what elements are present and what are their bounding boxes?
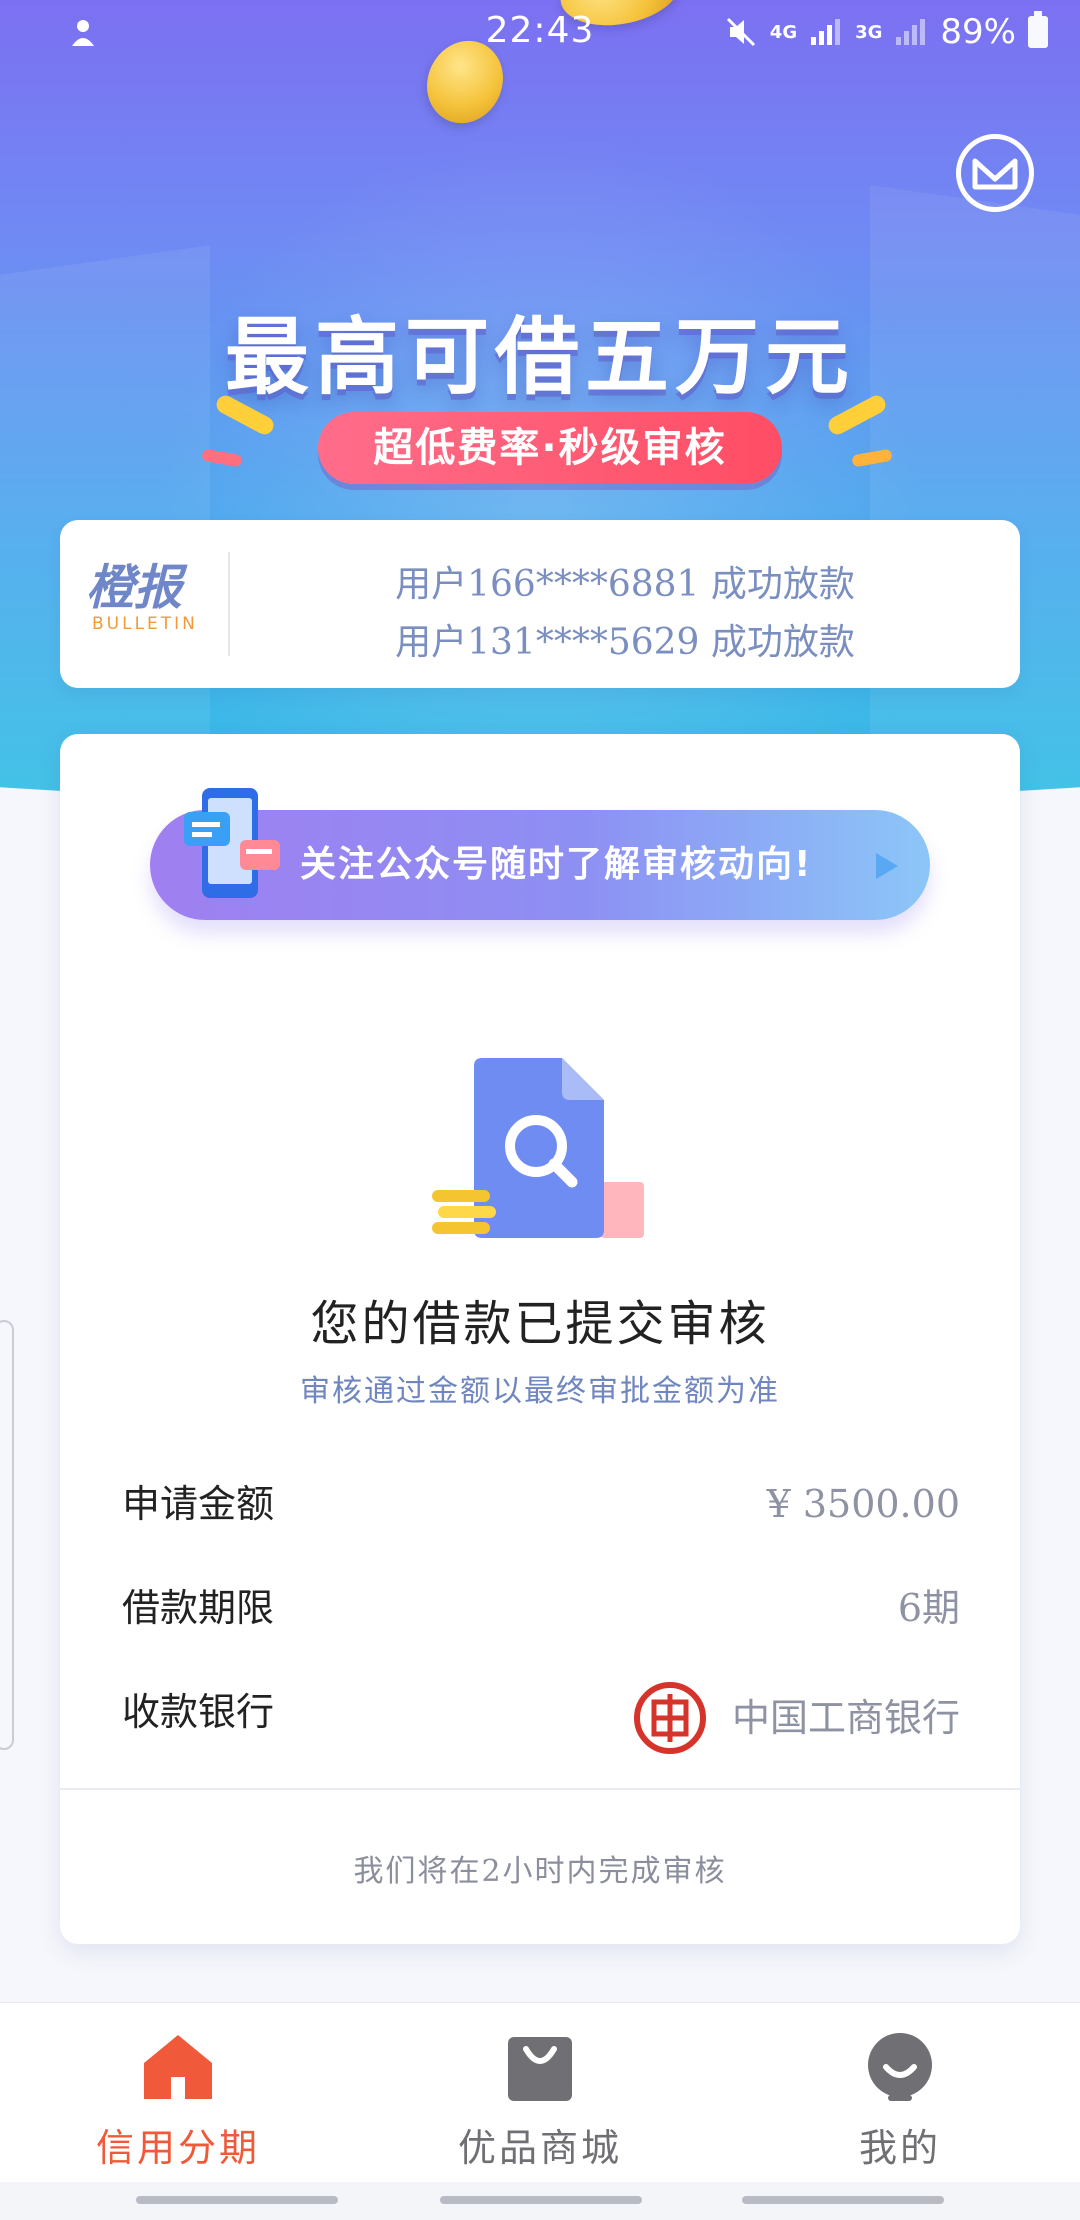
signal-icon bbox=[811, 19, 841, 45]
shopping-bag-icon bbox=[502, 2029, 578, 2105]
play-arrow-icon bbox=[876, 853, 898, 879]
nav-item-profile[interactable]: 我的 bbox=[770, 2029, 1030, 2172]
detail-row-term: 借款期限 6期 bbox=[122, 1578, 960, 1638]
gesture-hint[interactable] bbox=[440, 2196, 642, 2204]
nav-item-mall[interactable]: 优品商城 bbox=[410, 2029, 670, 2172]
bulletin-card[interactable]: 橙报 BULLETIN 用户166****6881 成功放款 用户131****… bbox=[60, 520, 1020, 688]
network-3g-label: 3G bbox=[855, 21, 883, 43]
phone-chat-icon bbox=[184, 788, 280, 898]
bank-name: 中国工商银行 bbox=[731, 1696, 960, 1740]
battery-percent: 89% bbox=[940, 12, 1016, 52]
bulletin-logo-subtext: BULLETIN bbox=[92, 614, 198, 634]
bulletin-lines: 用户166****6881 成功放款 用户131****5629 成功放款 bbox=[230, 556, 1020, 672]
bottom-navigation: 信用分期 优品商城 我的 bbox=[0, 2002, 1080, 2183]
bank-logo-icon bbox=[633, 1682, 706, 1754]
nav-label: 信用分期 bbox=[95, 2126, 260, 2170]
detail-row-bank: 收款银行 中国工商银行 bbox=[122, 1682, 960, 1754]
edge-panel-handle[interactable] bbox=[0, 1320, 14, 1750]
status-right: 4G 3G 89% bbox=[724, 11, 1048, 52]
bulletin-line: 用户131****5629 成功放款 bbox=[395, 622, 855, 663]
bank-label: 收款银行 bbox=[122, 1690, 275, 1734]
message-icon[interactable] bbox=[956, 134, 1034, 212]
hero-title: 最高可借五万元 bbox=[224, 308, 855, 406]
bank-value: 中国工商银行 bbox=[633, 1682, 960, 1754]
nav-item-credit-installment[interactable]: 信用分期 bbox=[48, 2029, 308, 2172]
signal-icon bbox=[896, 19, 926, 45]
system-gesture-bar bbox=[0, 2182, 1080, 2220]
loan-status-card: 关注公众号随时了解审核动向! 您的借款已提交审核 审核通过金额以最终审批金额为准… bbox=[60, 734, 1020, 1944]
amount-value: ¥ 3500.00 bbox=[767, 1474, 960, 1534]
gesture-hint[interactable] bbox=[136, 2196, 338, 2204]
bulletin-logo: 橙报 BULLETIN bbox=[86, 562, 236, 648]
nav-label: 优品商城 bbox=[457, 2126, 622, 2170]
amount-value-text: ¥ 3500.00 bbox=[766, 1482, 960, 1526]
mute-icon bbox=[726, 17, 755, 47]
term-label: 借款期限 bbox=[122, 1586, 275, 1630]
term-value-text: 6期 bbox=[897, 1586, 960, 1630]
home-icon bbox=[140, 2029, 216, 2105]
amount-label: 申请金额 bbox=[122, 1482, 275, 1526]
card-divider bbox=[60, 1788, 1020, 1790]
status-bar: 22:43 4G 3G 89% bbox=[0, 0, 1080, 66]
nav-label: 我的 bbox=[858, 2126, 941, 2170]
follow-account-banner[interactable]: 关注公众号随时了解审核动向! bbox=[150, 788, 930, 920]
network-4g-label: 4G bbox=[769, 21, 798, 43]
hero-tagline: 超低费率·秒级审核 bbox=[318, 412, 782, 484]
follow-banner-text: 关注公众号随时了解审核动向! bbox=[300, 844, 813, 885]
profile-icon bbox=[862, 2029, 938, 2105]
review-time-note: 我们将在2小时内完成审核 bbox=[353, 1854, 727, 1889]
document-search-icon bbox=[432, 1058, 644, 1238]
battery-icon bbox=[1028, 11, 1048, 48]
bulletin-line: 用户166****6881 成功放款 bbox=[395, 564, 855, 605]
gesture-hint[interactable] bbox=[742, 2196, 944, 2204]
screen: 22:43 4G 3G 89% 最高可借五万元 超低费率·秒级审核 橙报 BUL… bbox=[0, 0, 1080, 2220]
bulletin-logo-text: 橙报 bbox=[86, 560, 183, 616]
detail-row-amount: 申请金额 ¥ 3500.00 bbox=[122, 1474, 960, 1534]
review-subtitle: 审核通过金额以最终审批金额为准 bbox=[300, 1374, 780, 1409]
term-value: 6期 bbox=[898, 1578, 960, 1638]
review-title: 您的借款已提交审核 bbox=[310, 1296, 770, 1352]
